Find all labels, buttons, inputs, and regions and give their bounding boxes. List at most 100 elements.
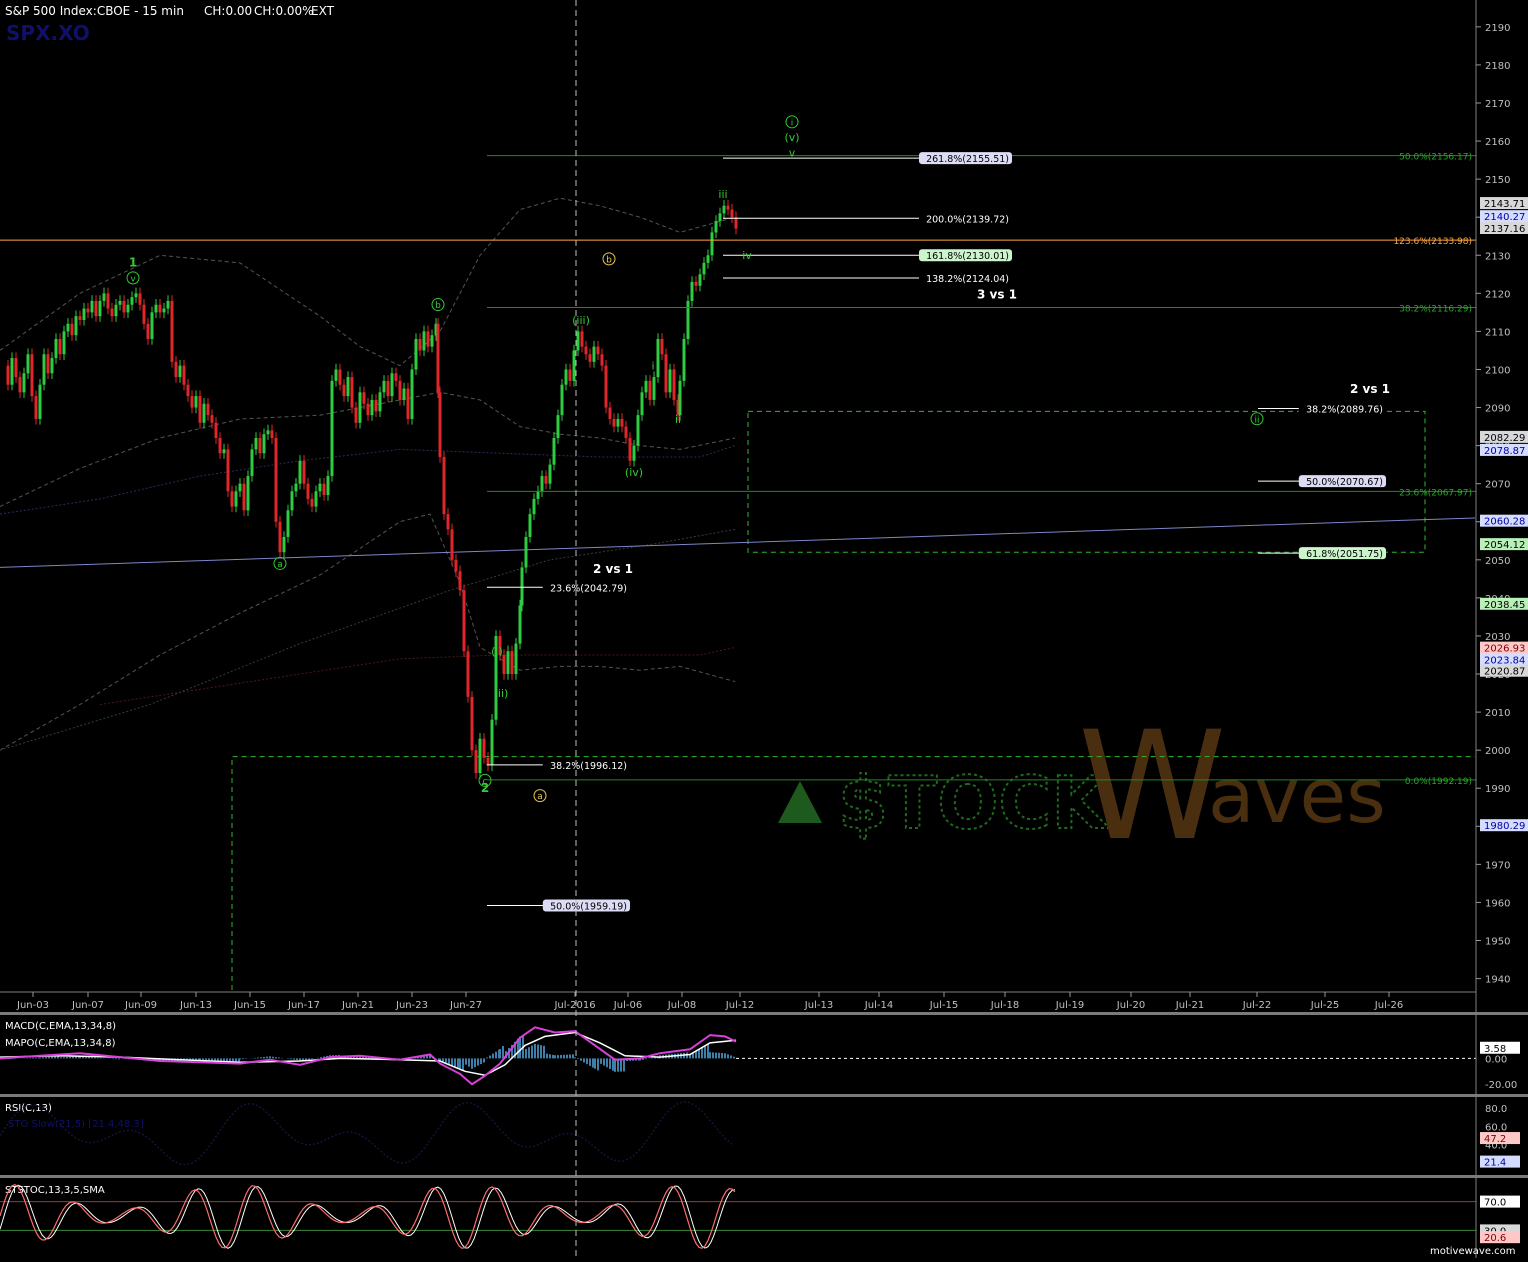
candle-body [14, 358, 18, 378]
candle-body [358, 392, 362, 423]
wave-label: a [277, 560, 283, 570]
x-tick-label: Jul-20 [1116, 1000, 1145, 1011]
y-tick-label: 2130 [1485, 251, 1510, 262]
panel-separator[interactable] [0, 1012, 1528, 1015]
chart-svg[interactable]: $TOCKWaves MACD(C,EMA,13,34,8) MAPO(C,EMA… [0, 0, 1528, 1258]
panel-separator[interactable] [0, 1175, 1528, 1178]
x-tick-label: Jul-2016 [553, 1000, 595, 1011]
candle-body [134, 293, 138, 298]
candle-body [620, 418, 624, 427]
x-tick-label: Jun-07 [71, 1000, 104, 1011]
x-tick-label: Jun-03 [16, 1000, 49, 1011]
wave-label: iv [742, 249, 752, 262]
candle-body [726, 205, 730, 210]
candle-body [418, 339, 422, 351]
candle-body [262, 434, 266, 454]
candle-body [678, 380, 682, 416]
candle-body [70, 323, 74, 336]
candle-body [588, 354, 592, 362]
candle-body [258, 437, 262, 454]
candle-body [446, 514, 450, 530]
macd-value-tag: 3.58 [1484, 1044, 1506, 1055]
y-tick-label: 1950 [1485, 937, 1510, 948]
price-tag-label: 2143.71 [1484, 199, 1525, 210]
price-tag-label: 2137.16 [1484, 224, 1525, 235]
wave-label: ii [675, 413, 681, 426]
chart-stage: $TOCK Waves MACD(C,EMA,13,34,8) MAPO(C,EMA… [0, 0, 1528, 1258]
candle-body [314, 491, 318, 507]
watermark-waves-rest: aves [1208, 751, 1386, 840]
candle-body [502, 654, 506, 675]
wave-label: i [791, 118, 794, 128]
price-tag-label: 2082.29 [1484, 433, 1525, 444]
fib-level-label: 50.0%(1959.19) [550, 902, 627, 913]
candle-body [608, 407, 612, 419]
candle-body [734, 217, 738, 229]
candle-body [162, 308, 166, 313]
candle-body [238, 483, 242, 492]
candle-body [34, 396, 38, 419]
fib-hline-label: 38.2%(2116.29) [1399, 304, 1472, 314]
candle-body [730, 209, 734, 218]
candle-body [478, 738, 482, 774]
y-tick-label: 2180 [1485, 61, 1510, 72]
candle-body [470, 696, 474, 751]
candle-body [86, 308, 90, 313]
candle-body [146, 323, 150, 340]
candle-body [338, 369, 342, 385]
candle-body [616, 418, 620, 427]
x-tick-label: Jul-21 [1175, 1000, 1204, 1011]
candle-body [22, 373, 26, 393]
candle-body [250, 449, 254, 477]
candle-body [194, 396, 198, 408]
wave-label: 2 [481, 781, 489, 795]
fib-level-label: 61.8%(2051.75) [1306, 549, 1383, 560]
candle-body [270, 430, 274, 438]
x-tick-label: Jun-23 [395, 1000, 428, 1011]
y-tick-label: 2110 [1485, 327, 1510, 338]
fib-hline-label: 23.6%(2067.97) [1399, 488, 1472, 498]
candle-body [214, 422, 218, 438]
candle-body [254, 437, 258, 450]
candle-body [306, 483, 310, 499]
candle-body [458, 571, 462, 591]
candle-body [138, 293, 142, 305]
candle-body [462, 590, 466, 652]
candle-body [652, 377, 656, 400]
candle-body [10, 358, 14, 385]
rsi-axis-label: 80.0 [1485, 1104, 1507, 1115]
y-tick-label: 2030 [1485, 632, 1510, 643]
wave-note: 2 vs 1 [593, 562, 633, 576]
candle-body [644, 380, 648, 393]
fib-hline-label: 0.0%(1992.19) [1405, 777, 1472, 787]
x-tick-label: Jul-13 [804, 1000, 833, 1011]
stoch-tag-label: 20.6 [1484, 1233, 1506, 1244]
candle-body [490, 719, 494, 766]
price-tag-label: 1980.29 [1484, 821, 1525, 832]
candle-body [552, 437, 556, 465]
candle-body [690, 281, 694, 301]
x-tick-label: Jul-18 [990, 1000, 1019, 1011]
candle-body [528, 514, 532, 537]
candle-body [668, 369, 672, 393]
candle-body [414, 339, 418, 370]
macd-axis-label: 0.00 [1485, 1054, 1507, 1065]
x-tick-label: Jul-12 [725, 1000, 754, 1011]
candle-body [466, 651, 470, 697]
candle-body [406, 388, 410, 419]
candle-body [482, 738, 486, 758]
candle-body [246, 476, 250, 511]
panel-separator[interactable] [0, 1094, 1528, 1097]
macd-subtitle: MAPO(C,EMA,13,34,8) [5, 1038, 116, 1049]
candle-body [318, 483, 322, 492]
fib-level-label: 50.0%(2070.67) [1306, 477, 1383, 488]
candle-body [18, 377, 22, 393]
y-tick-label: 2150 [1485, 175, 1510, 186]
wave-label: iii [718, 188, 727, 201]
x-tick-label: Jul-19 [1055, 1000, 1084, 1011]
wave-label: (iv) [625, 466, 643, 479]
macd-title: MACD(C,EMA,13,34,8) [5, 1021, 116, 1032]
candle-body [158, 304, 162, 313]
candle-body [178, 365, 182, 378]
candle-body [628, 437, 632, 461]
